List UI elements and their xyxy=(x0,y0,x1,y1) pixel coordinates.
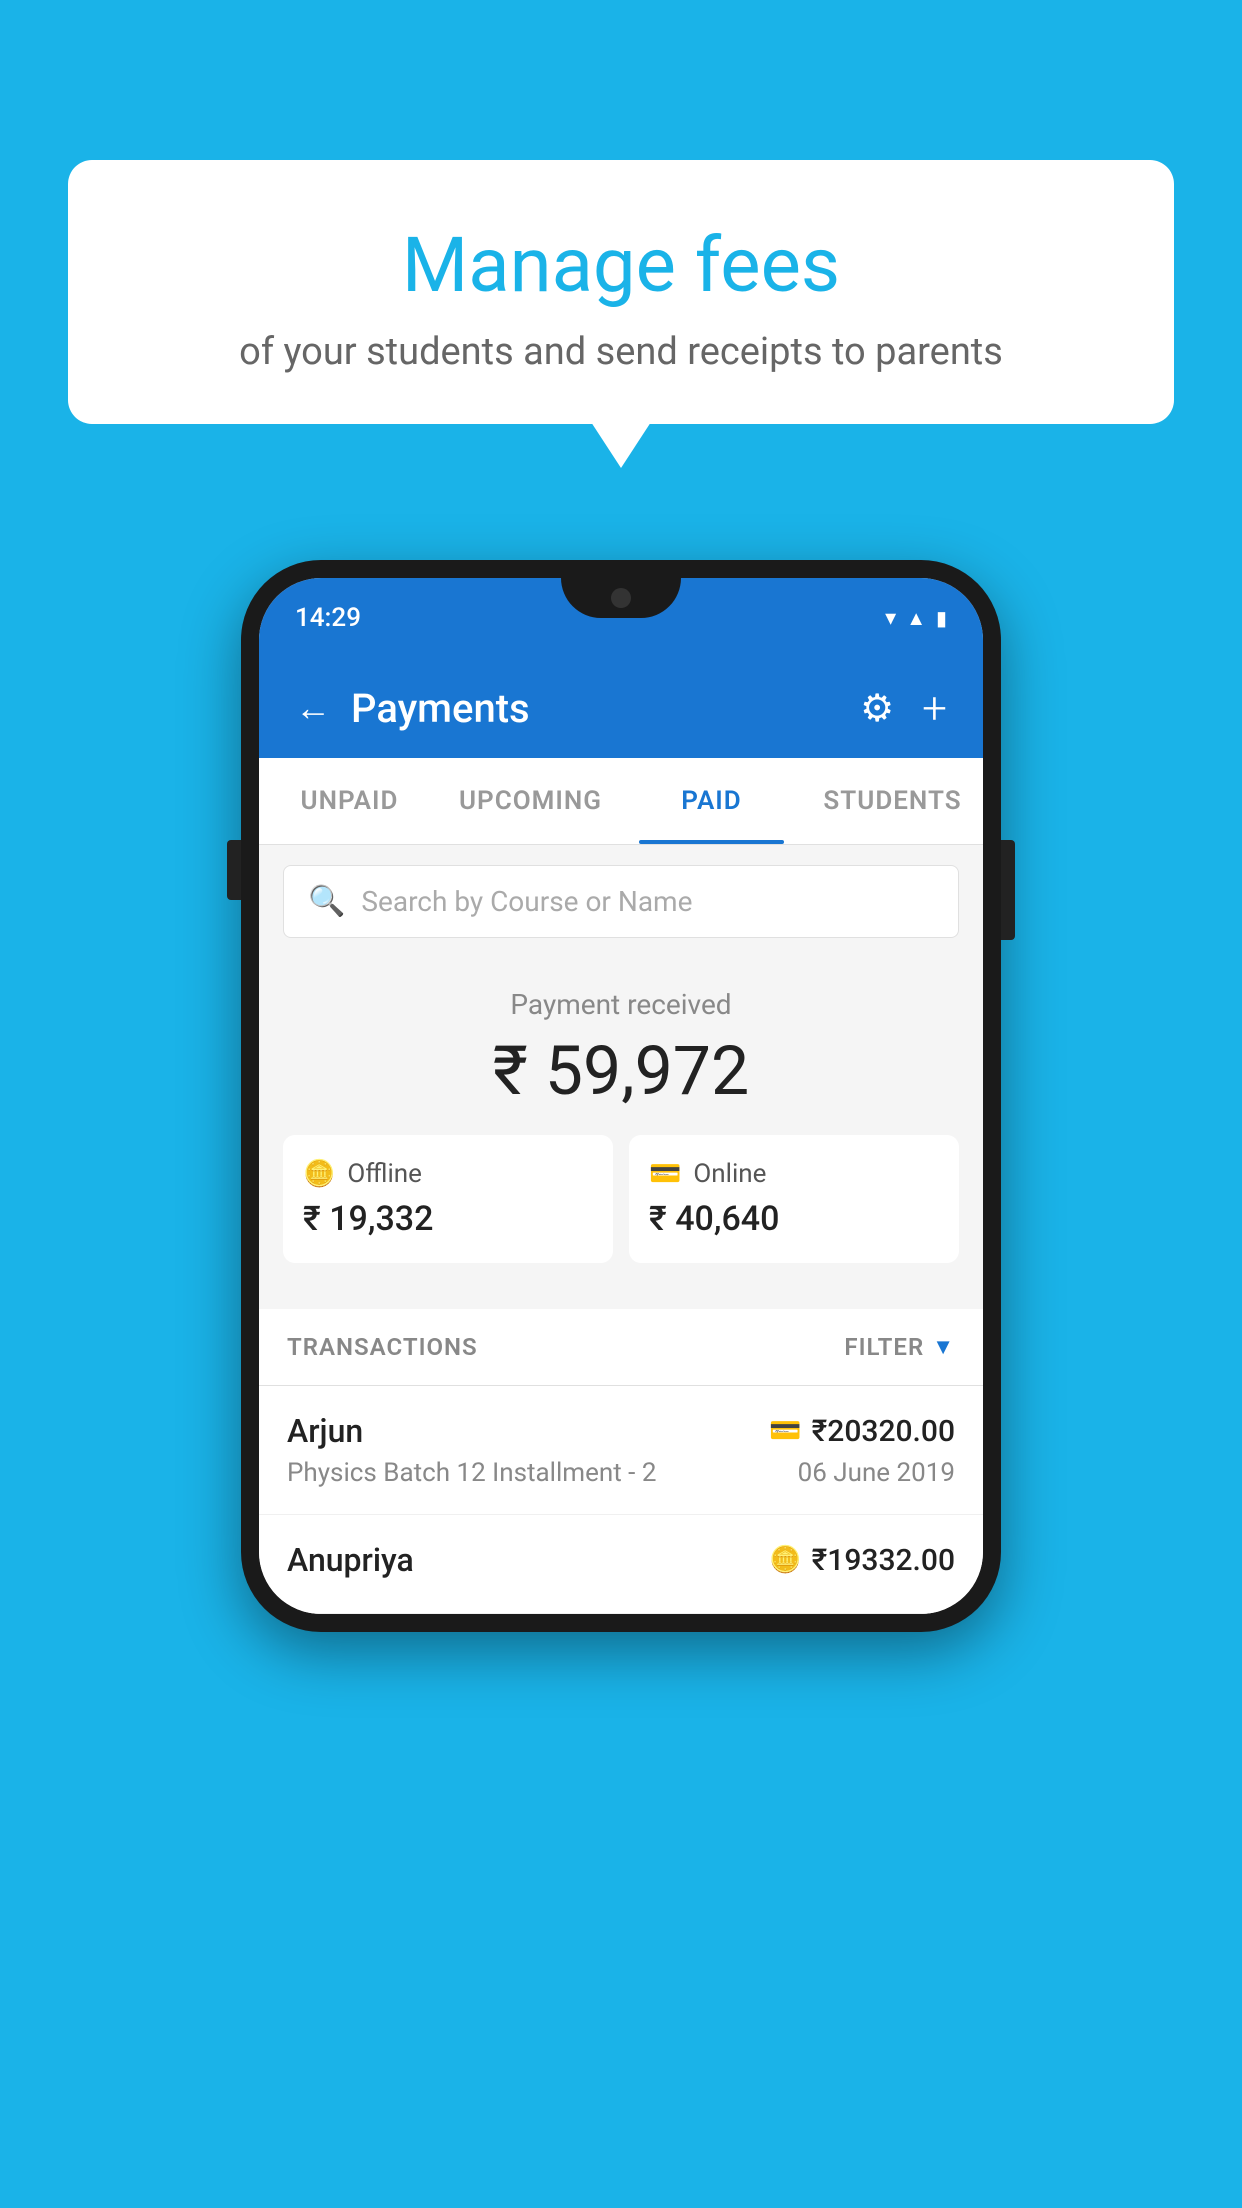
online-card-header: 💳 Online xyxy=(649,1159,939,1189)
status-time: 14:29 xyxy=(295,603,361,633)
battery-icon: ▮ xyxy=(936,606,947,630)
offline-card: 🪙 Offline ₹ 19,332 xyxy=(283,1135,613,1263)
settings-icon[interactable]: ⚙ xyxy=(860,686,894,731)
phone-mockup: 14:29 ▾ ▲ ▮ ← Payments ⚙ + xyxy=(241,560,1001,1632)
transaction-amount: ₹19332.00 xyxy=(812,1543,955,1578)
filter-label: FILTER xyxy=(844,1333,924,1361)
cash-icon: 🪙 xyxy=(303,1159,335,1189)
search-container: 🔍 Search by Course or Name xyxy=(259,845,983,958)
payment-summary: Payment received ₹ 59,972 🪙 Offline ₹ 19… xyxy=(259,958,983,1293)
app-header: ← Payments ⚙ + xyxy=(259,658,983,758)
online-label: Online xyxy=(693,1159,766,1189)
search-icon: 🔍 xyxy=(308,884,345,919)
transaction-row-bottom: Physics Batch 12 Installment - 2 06 June… xyxy=(287,1458,955,1488)
payment-type-icon: 🪙 xyxy=(769,1545,801,1575)
tabs-bar: UNPAID UPCOMING PAID STUDENTS xyxy=(259,758,983,845)
search-input[interactable]: Search by Course or Name xyxy=(361,885,692,918)
transaction-row-top: Arjun 💳 ₹20320.00 xyxy=(287,1412,955,1450)
table-row[interactable]: Arjun 💳 ₹20320.00 Physics Batch 12 Insta… xyxy=(259,1386,983,1515)
header-title: Payments xyxy=(351,685,530,732)
search-bar[interactable]: 🔍 Search by Course or Name xyxy=(283,865,959,938)
tab-students[interactable]: STUDENTS xyxy=(802,758,983,844)
payment-received-label: Payment received xyxy=(283,988,959,1021)
transaction-date: 06 June 2019 xyxy=(798,1458,955,1488)
tab-unpaid[interactable]: UNPAID xyxy=(259,758,440,844)
signal-icon: ▲ xyxy=(906,606,926,631)
notch-cutout xyxy=(561,578,681,618)
transaction-name: Anupriya xyxy=(287,1541,414,1579)
offline-amount: ₹ 19,332 xyxy=(303,1199,593,1239)
transaction-amount-row: 🪙 ₹19332.00 xyxy=(769,1543,955,1578)
status-icons: ▾ ▲ ▮ xyxy=(885,606,947,631)
speech-bubble-title: Manage fees xyxy=(118,220,1124,310)
speech-bubble-subtitle: of your students and send receipts to pa… xyxy=(118,330,1124,374)
transactions-header: TRANSACTIONS FILTER ▼ xyxy=(259,1309,983,1386)
phone-screen: 14:29 ▾ ▲ ▮ ← Payments ⚙ + xyxy=(259,578,983,1614)
table-row[interactable]: Anupriya 🪙 ₹19332.00 xyxy=(259,1515,983,1614)
transactions-label: TRANSACTIONS xyxy=(287,1333,478,1361)
offline-label: Offline xyxy=(347,1159,422,1189)
filter-icon: ▼ xyxy=(932,1334,955,1360)
phone-outer: 14:29 ▾ ▲ ▮ ← Payments ⚙ + xyxy=(241,560,1001,1632)
offline-card-header: 🪙 Offline xyxy=(303,1159,593,1189)
header-right: ⚙ + xyxy=(860,682,947,734)
online-card: 💳 Online ₹ 40,640 xyxy=(629,1135,959,1263)
wifi-icon: ▾ xyxy=(885,606,896,631)
speech-bubble: Manage fees of your students and send re… xyxy=(68,160,1174,424)
payment-cards: 🪙 Offline ₹ 19,332 💳 Online ₹ 40,640 xyxy=(283,1135,959,1263)
tab-paid[interactable]: PAID xyxy=(621,758,802,844)
transaction-detail: Physics Batch 12 Installment - 2 xyxy=(287,1458,656,1488)
tab-upcoming[interactable]: UPCOMING xyxy=(440,758,621,844)
card-icon: 💳 xyxy=(649,1159,681,1189)
header-left: ← Payments xyxy=(295,685,530,732)
online-amount: ₹ 40,640 xyxy=(649,1199,939,1239)
speech-bubble-container: Manage fees of your students and send re… xyxy=(68,160,1174,424)
payment-total-amount: ₹ 59,972 xyxy=(283,1031,959,1111)
transaction-amount: ₹20320.00 xyxy=(812,1414,955,1449)
status-bar: 14:29 ▾ ▲ ▮ xyxy=(259,578,983,658)
add-icon[interactable]: + xyxy=(922,682,947,734)
payment-type-icon: 💳 xyxy=(769,1416,801,1446)
transaction-name: Arjun xyxy=(287,1412,363,1450)
notch-camera xyxy=(611,588,631,608)
transaction-row-top: Anupriya 🪙 ₹19332.00 xyxy=(287,1541,955,1579)
transaction-amount-row: 💳 ₹20320.00 xyxy=(769,1414,955,1449)
filter-button[interactable]: FILTER ▼ xyxy=(844,1333,955,1361)
back-button[interactable]: ← xyxy=(295,687,331,729)
